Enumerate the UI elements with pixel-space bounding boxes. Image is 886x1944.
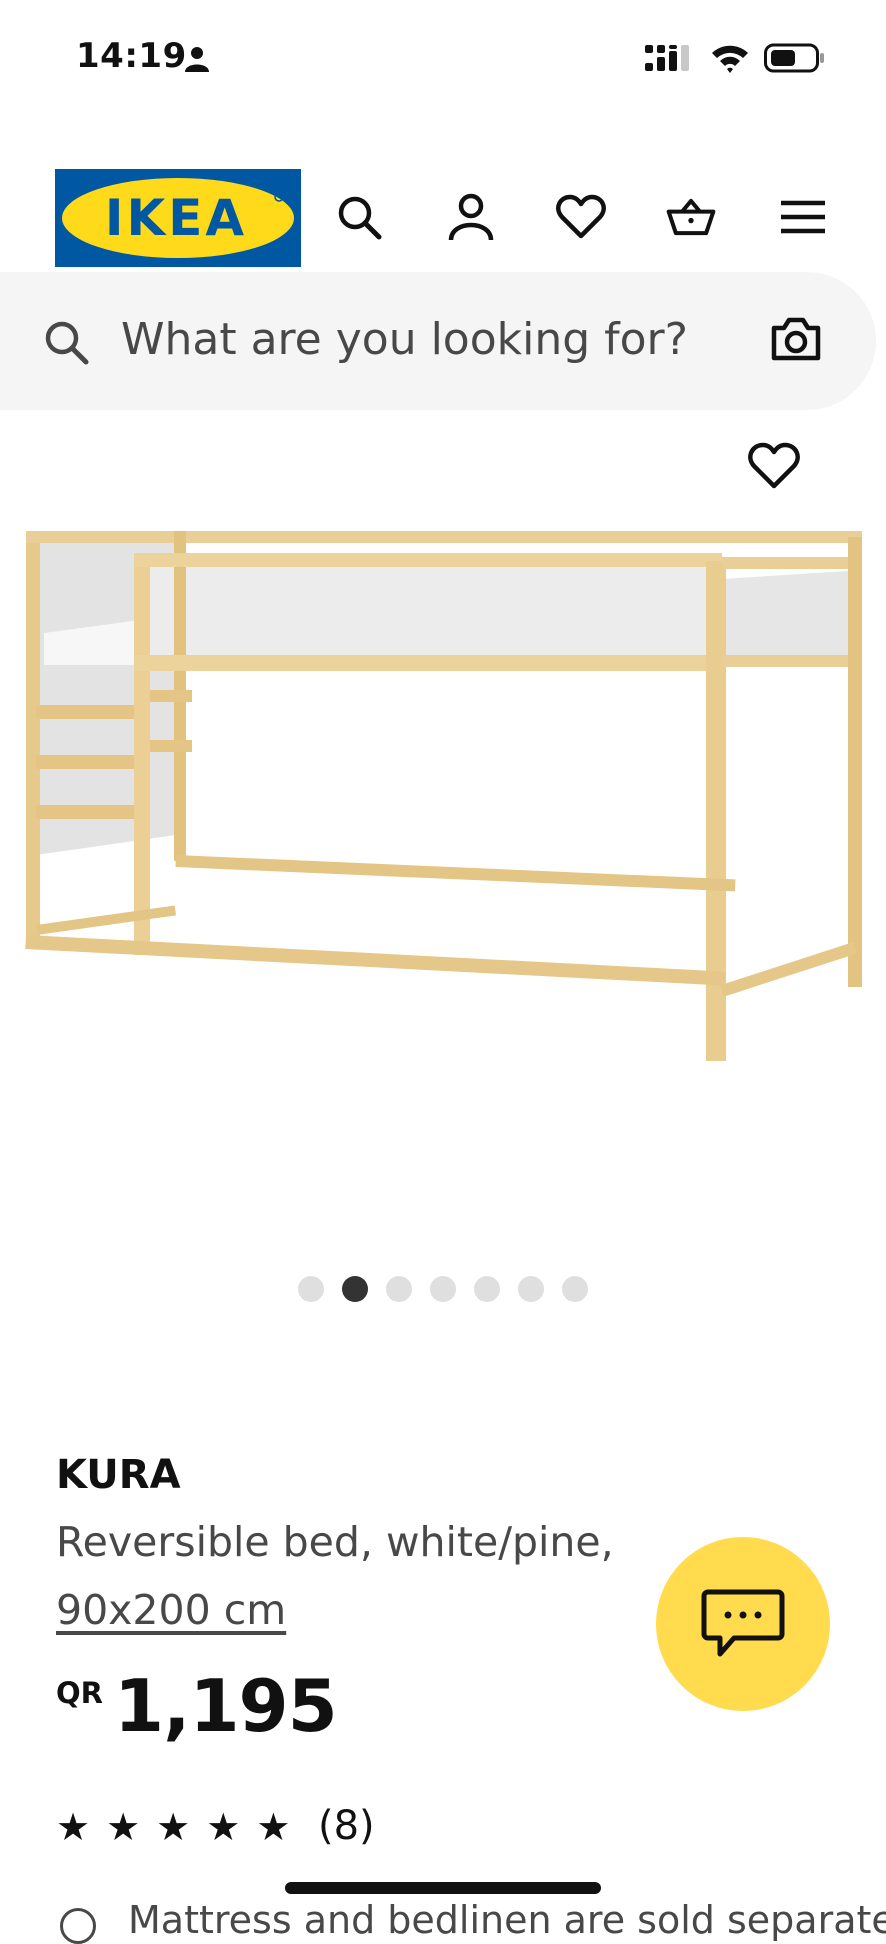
info-circle-icon bbox=[60, 1908, 96, 1944]
product-name: KURA bbox=[56, 1452, 181, 1498]
star-icon: ★ bbox=[156, 1805, 191, 1849]
logo-text: IKEA bbox=[105, 189, 247, 247]
carousel-dot[interactable] bbox=[562, 1276, 588, 1302]
carousel-dot[interactable] bbox=[298, 1276, 324, 1302]
carousel-dot[interactable] bbox=[386, 1276, 412, 1302]
star-icon: ★ bbox=[256, 1805, 291, 1849]
ikea-logo[interactable]: IKEA bbox=[55, 169, 301, 267]
carousel-dot[interactable] bbox=[518, 1276, 544, 1302]
search-placeholder[interactable]: What are you looking for? bbox=[121, 314, 688, 365]
rating-stars[interactable]: ★ ★ ★ ★ ★ bbox=[56, 1808, 290, 1846]
star-icon: ★ bbox=[56, 1805, 91, 1849]
wifi-icon bbox=[710, 42, 750, 78]
hamburger-menu-icon[interactable] bbox=[778, 192, 828, 242]
shopping-basket-icon[interactable] bbox=[666, 192, 716, 242]
chat-bubble-icon bbox=[701, 1589, 785, 1657]
product-image[interactable] bbox=[16, 525, 872, 1070]
favourites-heart-icon[interactable] bbox=[556, 192, 606, 242]
star-icon: ★ bbox=[106, 1805, 141, 1849]
product-size-link[interactable]: 90x200 cm bbox=[56, 1586, 286, 1634]
price-currency: QR bbox=[56, 1676, 103, 1710]
chat-button[interactable] bbox=[656, 1537, 830, 1711]
home-indicator[interactable] bbox=[285, 1882, 601, 1894]
search-icon bbox=[42, 318, 90, 370]
cellular-signal-icon bbox=[645, 43, 691, 79]
carousel-dot[interactable] bbox=[430, 1276, 456, 1302]
search-icon[interactable] bbox=[334, 192, 384, 242]
carousel-dot-active[interactable] bbox=[342, 1276, 368, 1302]
status-time: 14:19 bbox=[76, 36, 187, 76]
mattress-note: Mattress and bedlinen are sold separatel… bbox=[128, 1898, 886, 1942]
price-value: 1,195 bbox=[114, 1664, 338, 1748]
product-description: Reversible bed, white/pine, bbox=[56, 1518, 614, 1566]
review-count[interactable]: (8) bbox=[318, 1803, 375, 1849]
account-icon[interactable] bbox=[446, 192, 496, 242]
star-icon: ★ bbox=[206, 1805, 241, 1849]
person-icon bbox=[184, 46, 210, 76]
camera-icon[interactable] bbox=[770, 316, 822, 366]
carousel-dots[interactable] bbox=[298, 1276, 588, 1302]
save-to-favourites-heart-icon[interactable] bbox=[748, 442, 800, 494]
battery-icon bbox=[764, 42, 826, 78]
carousel-dot[interactable] bbox=[474, 1276, 500, 1302]
